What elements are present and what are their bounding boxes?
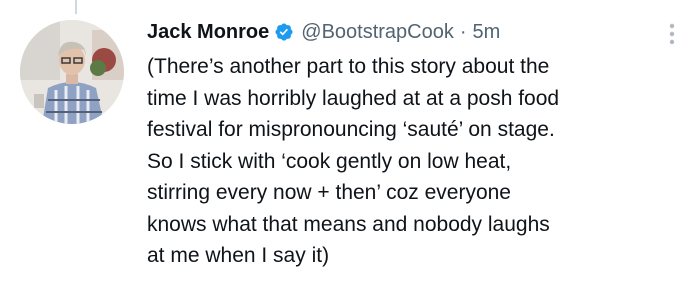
display-name[interactable]: Jack Monroe <box>147 17 269 47</box>
separator-dot: · <box>459 21 467 43</box>
avatar-photo <box>20 20 124 124</box>
tweet-content: Jack Monroe @BootstrapCook · 5m (There’s… <box>147 17 675 272</box>
more-options-icon[interactable] <box>669 23 675 45</box>
tweet-text: (There’s another part to this story abou… <box>147 55 560 267</box>
user-handle[interactable]: @BootstrapCook <box>301 17 454 47</box>
thread-connector-line <box>75 0 77 14</box>
avatar[interactable] <box>20 20 124 124</box>
verified-badge-icon <box>275 23 293 41</box>
timestamp[interactable]: 5m <box>473 17 501 47</box>
tweet-header: Jack Monroe @BootstrapCook · 5m <box>147 17 667 47</box>
